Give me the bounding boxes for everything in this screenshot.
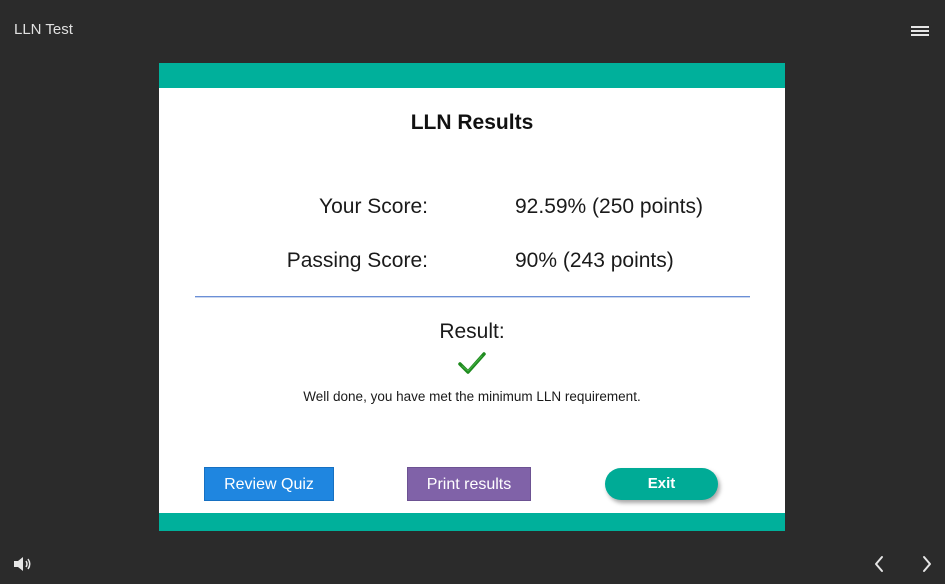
passing-score-label: Passing Score: bbox=[286, 249, 428, 272]
chevron-left-icon[interactable] bbox=[870, 553, 888, 575]
results-slide: LLN Results Your Score: 92.59% (250 poin… bbox=[159, 63, 785, 531]
divider bbox=[195, 296, 750, 298]
review-quiz-button[interactable]: Review Quiz bbox=[204, 467, 334, 501]
your-score-value: 92.59% (250 points) bbox=[515, 195, 703, 218]
slide-top-band bbox=[159, 63, 785, 88]
menu-button[interactable] bbox=[910, 24, 930, 38]
app-title: LLN Test bbox=[14, 21, 73, 38]
passing-score-value: 90% (243 points) bbox=[515, 249, 674, 272]
hamburger-menu-icon-bar bbox=[911, 30, 929, 32]
hamburger-menu-icon-bar bbox=[911, 34, 929, 36]
exit-button[interactable]: Exit bbox=[605, 468, 718, 500]
result-message: Well done, you have met the minimum LLN … bbox=[303, 389, 641, 404]
slide-title: LLN Results bbox=[410, 111, 534, 134]
print-results-button[interactable]: Print results bbox=[407, 467, 531, 501]
chevron-right-icon[interactable] bbox=[918, 553, 936, 575]
checkmark-icon bbox=[458, 352, 486, 374]
hamburger-menu-icon bbox=[911, 26, 929, 28]
slide-bottom-band bbox=[159, 513, 785, 531]
your-score-label: Your Score: bbox=[319, 195, 428, 218]
volume-icon[interactable] bbox=[13, 556, 33, 572]
result-label: Result: bbox=[439, 320, 505, 343]
